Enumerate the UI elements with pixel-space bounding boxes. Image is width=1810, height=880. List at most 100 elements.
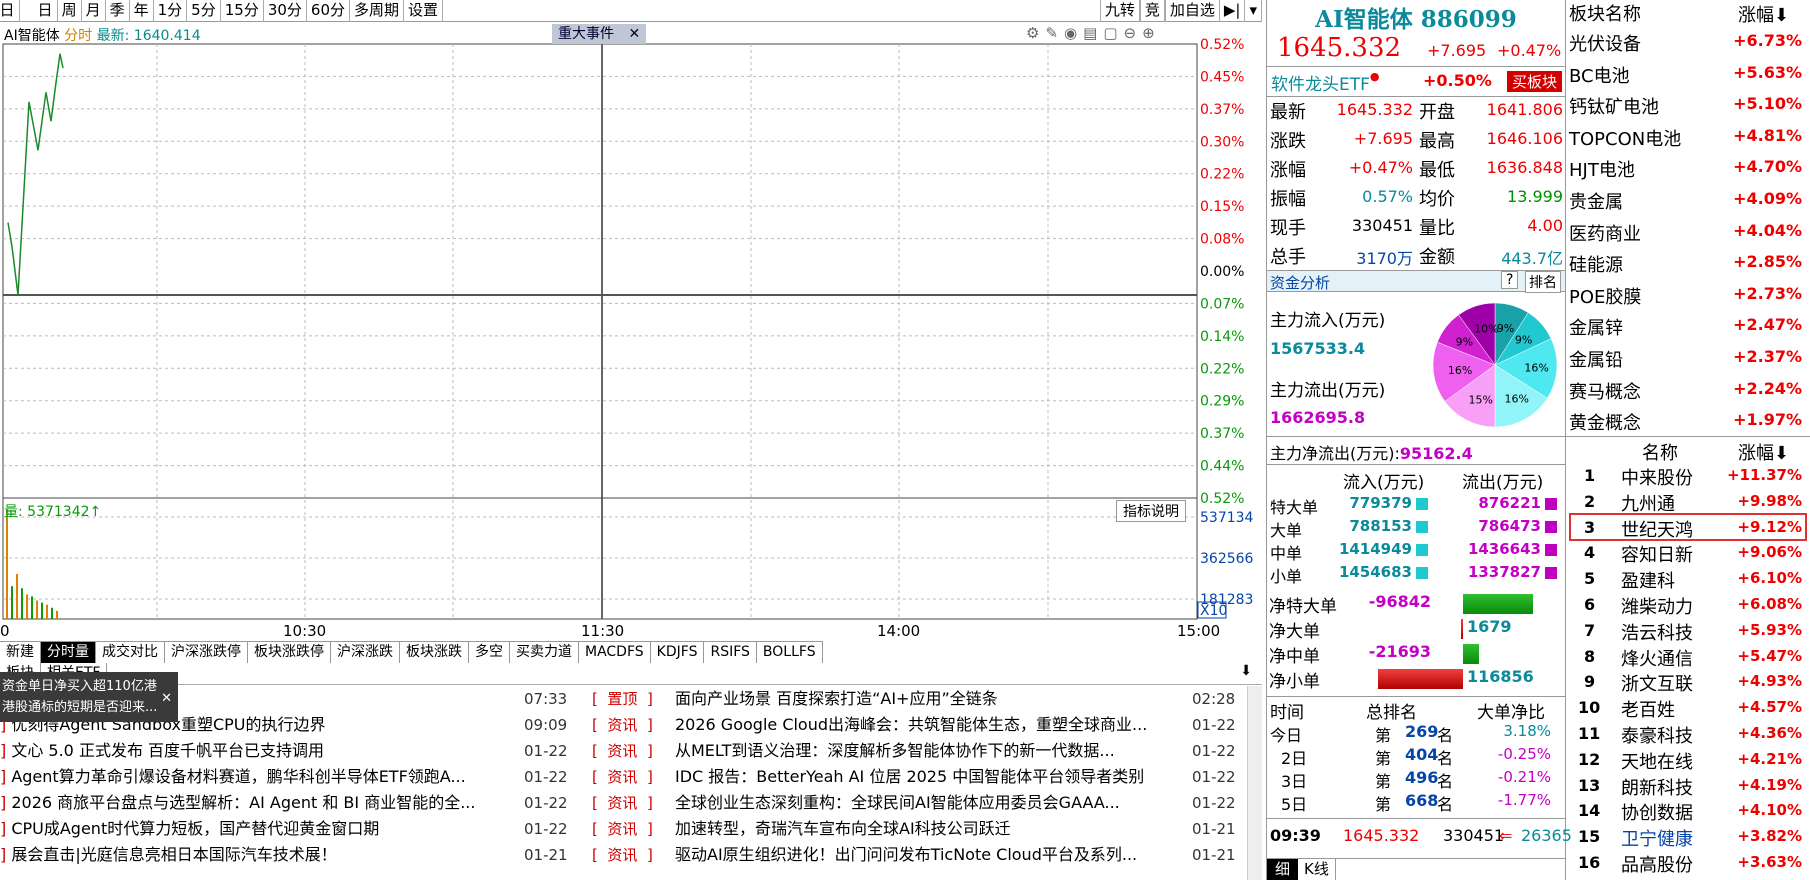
indicator-tab-0[interactable]: 新建: [0, 642, 41, 663]
notification-popup[interactable]: 资金单日净买入超110亿港 港股通标的短期是否迎来... ✕: [0, 672, 178, 722]
news-item-right[interactable]: IDC 报告：BetterYeah AI 位居 2025 中国智能体平台领导者类…: [675, 764, 1180, 790]
export-icon[interactable]: ▶|: [1220, 0, 1246, 22]
tab-detail[interactable]: 细: [1267, 859, 1299, 880]
trash-icon[interactable]: ▤: [1083, 24, 1103, 42]
stock-row[interactable]: 5 盈建科 +6.10%: [1566, 567, 1810, 592]
period-11[interactable]: 多周期: [350, 0, 405, 22]
sector-row[interactable]: BC电池 +5.63%: [1566, 60, 1810, 90]
period-12[interactable]: 设置: [404, 0, 444, 22]
minus-icon[interactable]: ⊖: [1124, 24, 1143, 42]
sector-row[interactable]: TOPCON电池 +4.81%: [1566, 123, 1810, 153]
news-item-right[interactable]: 2026 Google Cloud出海峰会：共筑智能体生态，重塑全球商业...: [675, 712, 1180, 738]
indicator-tab-7[interactable]: 多空: [469, 642, 510, 663]
stock-row[interactable]: 4 容知日新 +9.06%: [1566, 541, 1810, 566]
stock-row[interactable]: 15 卫宁健康 +3.82%: [1566, 825, 1810, 850]
field-value: 330451: [1351, 216, 1413, 235]
period-2[interactable]: 周: [58, 0, 82, 22]
help-button[interactable]: ?: [1501, 271, 1519, 289]
indicator-tab-6[interactable]: 板块涨跌: [400, 642, 469, 663]
period-3[interactable]: 月: [82, 0, 106, 22]
stock-row[interactable]: 1 中来股份 +11.37%: [1566, 464, 1810, 489]
stock-row[interactable]: 13 朗新科技 +4.19%: [1566, 774, 1810, 799]
news-scrollbar[interactable]: [1247, 686, 1262, 880]
pen-icon[interactable]: ✎: [1045, 24, 1064, 42]
period-6[interactable]: 1分: [154, 0, 188, 22]
sector-name: TOPCON电池: [1569, 128, 1682, 150]
news-time: 01-22: [1192, 794, 1236, 812]
news-item-left[interactable]: ] CPU成Agent时代算力短板，国产替代迎黄金窗口期: [0, 816, 515, 842]
sector-row[interactable]: 硅能源 +2.85%: [1566, 249, 1810, 279]
popup-close-icon[interactable]: ✕: [161, 688, 172, 709]
eye-icon[interactable]: ◉: [1064, 24, 1083, 42]
stock-row[interactable]: 14 协创数据 +4.10%: [1566, 799, 1810, 824]
news-item-right[interactable]: 驱动AI原生组织进化！出门问问发布TicNote Cloud平台及系列...: [675, 842, 1180, 868]
stock-row[interactable]: 7 浩云科技 +5.93%: [1566, 619, 1810, 644]
sector-row[interactable]: HJT电池 +4.70%: [1566, 154, 1810, 184]
news-item-right[interactable]: 从MELT到语义治理：深度解析多智能体协作下的新一代数据...: [675, 738, 1180, 764]
toolbar-right-1[interactable]: 竞: [1139, 0, 1165, 22]
stock-row[interactable]: 11 泰豪科技 +4.36%: [1566, 722, 1810, 747]
indicator-tab-10[interactable]: KDJFS: [651, 642, 705, 663]
stock-header-pct[interactable]: 涨幅⬇: [1738, 439, 1789, 465]
period-10[interactable]: 60分: [307, 0, 350, 22]
major-events-button[interactable]: 重大事件 ✕: [552, 24, 647, 44]
download-icon[interactable]: ⬇: [1240, 663, 1252, 679]
indicator-tab-4[interactable]: 板块涨跌停: [248, 642, 331, 663]
period-8[interactable]: 15分: [221, 0, 264, 22]
stock-row[interactable]: 16 品高股份 +3.63%: [1566, 851, 1810, 876]
stock-row[interactable]: 2 九州通 +9.98%: [1566, 490, 1810, 515]
sector-row[interactable]: 钙钛矿电池 +5.10%: [1566, 91, 1810, 121]
stock-row[interactable]: 9 浙文互联 +4.93%: [1566, 670, 1810, 695]
news-item-left[interactable]: ] 文心 5.0 正式发布 百度千帆平台已支持调用: [0, 738, 515, 764]
dropdown-icon[interactable]: ▾: [1245, 0, 1262, 22]
stock-row[interactable]: 3 世纪天鸿 +9.12%: [1566, 516, 1810, 541]
lock-icon[interactable]: ▢: [1103, 24, 1123, 42]
period-5[interactable]: 年: [130, 0, 154, 22]
news-item-right[interactable]: 面向产业场景 百度探索打造“AI+应用”全链条: [675, 686, 1180, 712]
sector-row[interactable]: 金属锌 +2.47%: [1566, 312, 1810, 342]
chart-canvas[interactable]: 0.52% 0.45% 0.37% 0.30% 0.22% 0.15% 0.08% 0.00%…: [0, 22, 1262, 642]
buy-sector-button[interactable]: 买板块: [1507, 71, 1563, 92]
news-item-left[interactable]: ] 2026 商旅平台盘点与选型解析：AI Agent 和 BI 商业智能的全.…: [0, 790, 515, 816]
rank-button[interactable]: 排名: [1525, 271, 1561, 293]
period-9[interactable]: 30分: [264, 0, 307, 22]
stock-row[interactable]: 10 老百姓 +4.57%: [1566, 696, 1810, 721]
sector-row[interactable]: POE胶膜 +2.73%: [1566, 281, 1810, 311]
plus-icon[interactable]: ⊕: [1142, 24, 1161, 42]
indicator-help-button[interactable]: 指标说明: [1116, 500, 1186, 522]
news-item-right[interactable]: 全球创业生态深刻重构：全球民间AI智能体应用委员会GAAA...: [675, 790, 1180, 816]
indicator-tab-5[interactable]: 沪深涨跌: [331, 642, 400, 663]
sector-row[interactable]: 医药商业 +4.04%: [1566, 218, 1810, 248]
sector-header-pct[interactable]: 涨幅⬇: [1738, 1, 1789, 27]
stock-row[interactable]: 6 潍柴动力 +6.08%: [1566, 593, 1810, 618]
indicator-tab-9[interactable]: MACDFS: [579, 642, 651, 663]
sector-row[interactable]: 金属铅 +2.37%: [1566, 344, 1810, 374]
indicator-tab-8[interactable]: 买卖力道: [510, 642, 579, 663]
stock-row[interactable]: 12 天地在线 +4.21%: [1566, 748, 1810, 773]
news-item-left[interactable]: ] 展会直击|光庭信息亮相日本国际汽车技术展！: [0, 842, 515, 868]
settings-icon[interactable]: ⚙: [1026, 24, 1045, 42]
stock-row[interactable]: 8 烽火通信 +5.47%: [1566, 645, 1810, 670]
sector-row[interactable]: 黄金概念 +1.97%: [1566, 407, 1810, 437]
chart-frame: [2, 43, 1198, 620]
period-7[interactable]: 5分: [187, 0, 221, 22]
intraday-chart[interactable]: 0.52% 0.45% 0.37% 0.30% 0.22% 0.15% 0.08% 0.00%…: [0, 22, 1262, 662]
close-icon[interactable]: ✕: [628, 26, 640, 42]
indicator-tab-3[interactable]: 沪深涨跌停: [165, 642, 248, 663]
news-item-right[interactable]: 加速转型，奇瑞汽车宣布向全球AI科技公司跃迁: [675, 816, 1180, 842]
sector-row[interactable]: 光伏设备 +6.73%: [1566, 28, 1810, 58]
toolbar-right-2[interactable]: 加自选: [1164, 0, 1220, 22]
sector-row[interactable]: 贵金属 +4.09%: [1566, 186, 1810, 216]
news-item-left[interactable]: ] Agent算力革命引爆设备材料赛道，鹏华科创半导体ETF领跑A...: [0, 764, 515, 790]
indicator-tab-11[interactable]: RSIFS: [704, 642, 757, 663]
toolbar-right-0[interactable]: 九转: [1099, 0, 1140, 22]
period-0[interactable]: 5日: [0, 0, 20, 22]
tab-kline[interactable]: K线: [1298, 859, 1336, 880]
sector-row[interactable]: 赛马概念 +2.24%: [1566, 376, 1810, 406]
period-1[interactable]: 日: [34, 0, 58, 22]
etf-link[interactable]: 软件龙头ETF●: [1271, 70, 1380, 95]
indicator-tab-2[interactable]: 成交对比: [96, 642, 165, 663]
period-4[interactable]: 季: [106, 0, 130, 22]
indicator-tab-12[interactable]: BOLLFS: [757, 642, 823, 663]
indicator-tab-1[interactable]: 分时量: [41, 642, 96, 663]
